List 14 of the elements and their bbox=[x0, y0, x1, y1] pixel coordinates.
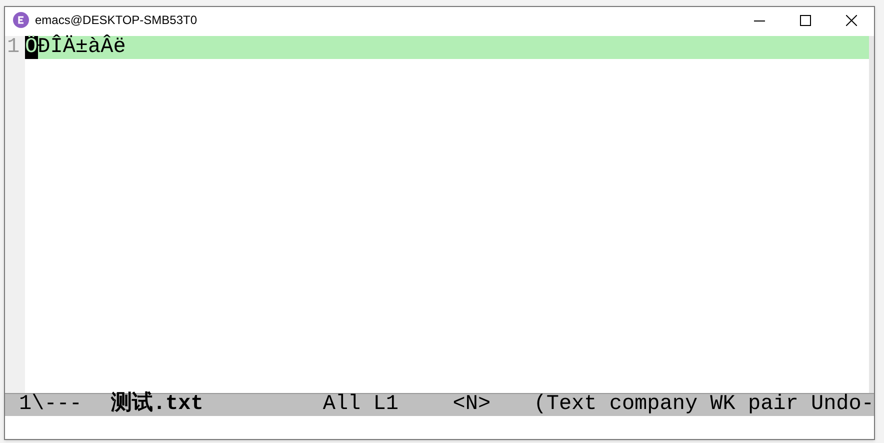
line-number: 1 bbox=[7, 36, 20, 59]
input-method: <N> bbox=[452, 392, 492, 418]
buffer-name: 测试.txt bbox=[110, 390, 204, 418]
mode-line-status: 1\--- bbox=[19, 392, 84, 418]
mode-line-modes: (Text company WK pair Undo- bbox=[534, 392, 874, 418]
line-text: ÐÎÄ±àÂë bbox=[38, 36, 126, 59]
cursor: Ö bbox=[25, 36, 38, 59]
scroll-bar[interactable] bbox=[869, 36, 874, 393]
mode-line-position: All L1 bbox=[322, 392, 400, 418]
window-title: emacs@DESKTOP-SMB53T0 bbox=[35, 12, 198, 29]
app-icon bbox=[13, 12, 29, 28]
maximize-icon bbox=[800, 14, 810, 26]
minibuffer[interactable] bbox=[5, 416, 874, 439]
close-icon bbox=[846, 14, 856, 26]
